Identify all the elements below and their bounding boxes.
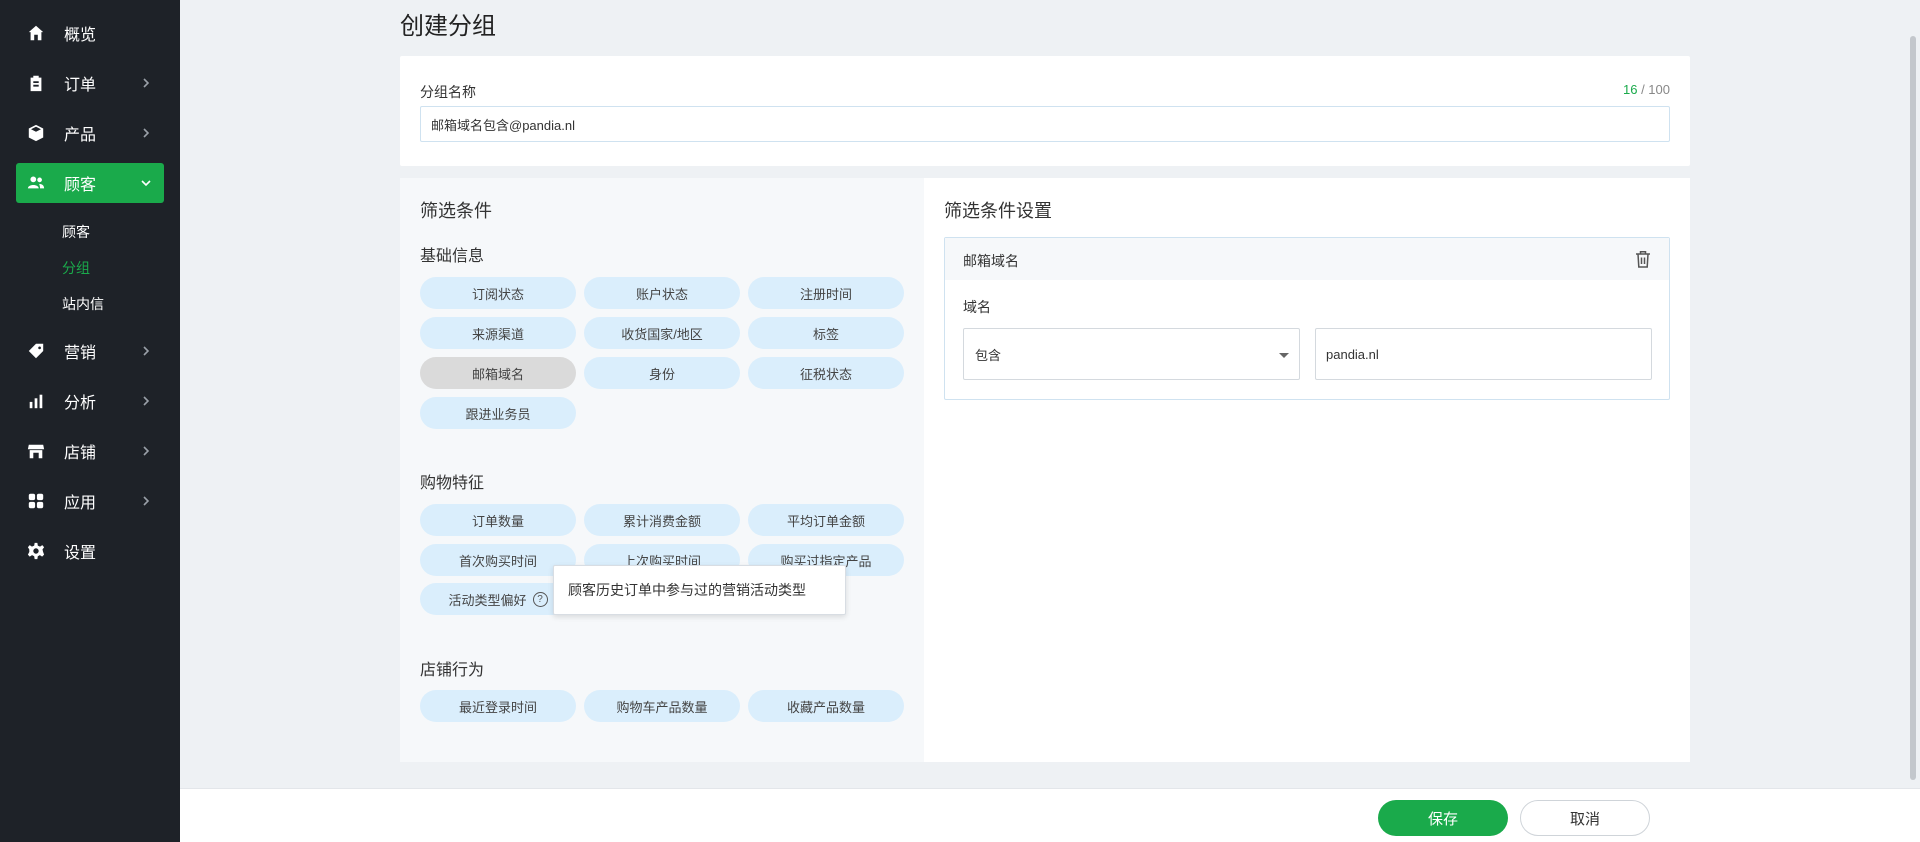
nav-item-label: 概览 <box>64 27 97 44</box>
chip-favorites-count[interactable]: 收藏产品数量 <box>748 690 904 722</box>
nav-item-label: 产品 <box>64 127 97 144</box>
bar-chart-icon <box>26 391 46 411</box>
nav-item-label: 订单 <box>64 77 97 94</box>
chip-order-count[interactable]: 订单数量 <box>420 504 576 536</box>
shopping-features-title: 购物特征 <box>420 475 485 492</box>
condition-card: 邮箱域名 域名 包含 <box>944 237 1670 400</box>
nav-item-overview[interactable]: 概览 <box>16 13 164 53</box>
store-behavior-title: 店铺行为 <box>420 662 485 679</box>
chevron-right-icon <box>140 444 152 456</box>
chip-email-domain[interactable]: 邮箱域名 <box>420 357 576 389</box>
nav-item-products[interactable]: 产品 <box>16 113 164 153</box>
apps-icon <box>26 491 46 511</box>
caret-down-icon <box>1279 353 1289 358</box>
page-title: 创建分组 <box>400 13 496 40</box>
chip-tags[interactable]: 标签 <box>748 317 904 349</box>
subnav-item-customers[interactable]: 顾客 <box>62 222 90 242</box>
trash-icon[interactable] <box>1635 250 1653 268</box>
nav-item-customers[interactable]: 顾客 <box>16 163 164 203</box>
chevron-right-icon <box>140 394 152 406</box>
nav-item-store[interactable]: 店铺 <box>16 431 164 471</box>
group-name-input[interactable] <box>420 106 1670 142</box>
char-counter-separator: / <box>1637 82 1649 97</box>
gear-icon <box>26 541 46 561</box>
filter-conditions-title: 筛选条件 <box>420 201 492 221</box>
question-circle-icon[interactable]: ? <box>532 591 548 607</box>
chevron-down-icon <box>140 176 152 188</box>
chip-identity[interactable]: 身份 <box>584 357 740 389</box>
chevron-right-icon <box>140 76 152 88</box>
domain-value-input[interactable] <box>1315 328 1652 380</box>
chip-cart-count[interactable]: 购物车产品数量 <box>584 690 740 722</box>
nav-item-label: 店铺 <box>64 445 97 462</box>
nav-item-marketing[interactable]: 营销 <box>16 331 164 371</box>
nav-item-settings[interactable]: 设置 <box>16 531 164 571</box>
chevron-right-icon <box>140 494 152 506</box>
char-max: 100 <box>1648 82 1670 97</box>
nav-item-apps[interactable]: 应用 <box>16 481 164 521</box>
home-icon <box>26 23 46 43</box>
chip-subscription-status[interactable]: 订阅状态 <box>420 277 576 309</box>
char-counter: 16 / 100 <box>1623 82 1670 97</box>
chip-source-channel[interactable]: 来源渠道 <box>420 317 576 349</box>
group-name-label: 分组名称 <box>420 84 476 100</box>
chip-sales-rep[interactable]: 跟进业务员 <box>420 397 576 429</box>
tooltip: 顾客历史订单中参与过的营销活动类型 <box>553 565 846 615</box>
sidebar: 概览 订单 产品 顾客 顾客 分组 站内信 营销 分析 店铺 应用 设置 <box>0 0 180 842</box>
cancel-button[interactable]: 取消 <box>1520 800 1650 836</box>
basic-info-title: 基础信息 <box>420 248 485 265</box>
nav-item-label: 顾客 <box>64 177 97 194</box>
chevron-right-icon <box>140 126 152 138</box>
chip-shipping-country[interactable]: 收货国家/地区 <box>584 317 740 349</box>
nav-item-label: 营销 <box>64 345 97 362</box>
scrollbar[interactable] <box>1910 36 1916 780</box>
condition-title: 邮箱域名 <box>963 253 1019 269</box>
nav-item-label: 设置 <box>64 545 97 562</box>
group-name-card: 分组名称 16 / 100 <box>400 56 1690 166</box>
chip-account-status[interactable]: 账户状态 <box>584 277 740 309</box>
condition-header: 邮箱域名 <box>945 238 1669 280</box>
tag-icon <box>26 341 46 361</box>
chip-label: 活动类型偏好 <box>448 592 527 608</box>
nav-item-analytics[interactable]: 分析 <box>16 381 164 421</box>
chip-average-order[interactable]: 平均订单金额 <box>748 504 904 536</box>
subnav-item-messages[interactable]: 站内信 <box>62 294 104 314</box>
operator-value: 包含 <box>975 347 1002 363</box>
char-count: 16 <box>1622 82 1638 97</box>
chevron-right-icon <box>140 344 152 356</box>
box-icon <box>26 123 46 143</box>
domain-label: 域名 <box>963 299 991 315</box>
clipboard-icon <box>26 73 46 93</box>
chip-tax-status[interactable]: 征税状态 <box>748 357 904 389</box>
nav-item-orders[interactable]: 订单 <box>16 63 164 103</box>
chip-registration-time[interactable]: 注册时间 <box>748 277 904 309</box>
chip-total-spent[interactable]: 累计消费金额 <box>584 504 740 536</box>
save-button[interactable]: 保存 <box>1378 800 1508 836</box>
chip-last-login[interactable]: 最近登录时间 <box>420 690 576 722</box>
store-icon <box>26 441 46 461</box>
subnav-item-groups[interactable]: 分组 <box>62 258 90 278</box>
filter-settings-title: 筛选条件设置 <box>944 201 1052 221</box>
nav-item-label: 分析 <box>64 395 97 412</box>
users-icon <box>26 173 46 193</box>
nav-item-label: 应用 <box>64 495 97 512</box>
footer-bar <box>180 788 1920 842</box>
operator-select[interactable]: 包含 <box>963 328 1300 380</box>
